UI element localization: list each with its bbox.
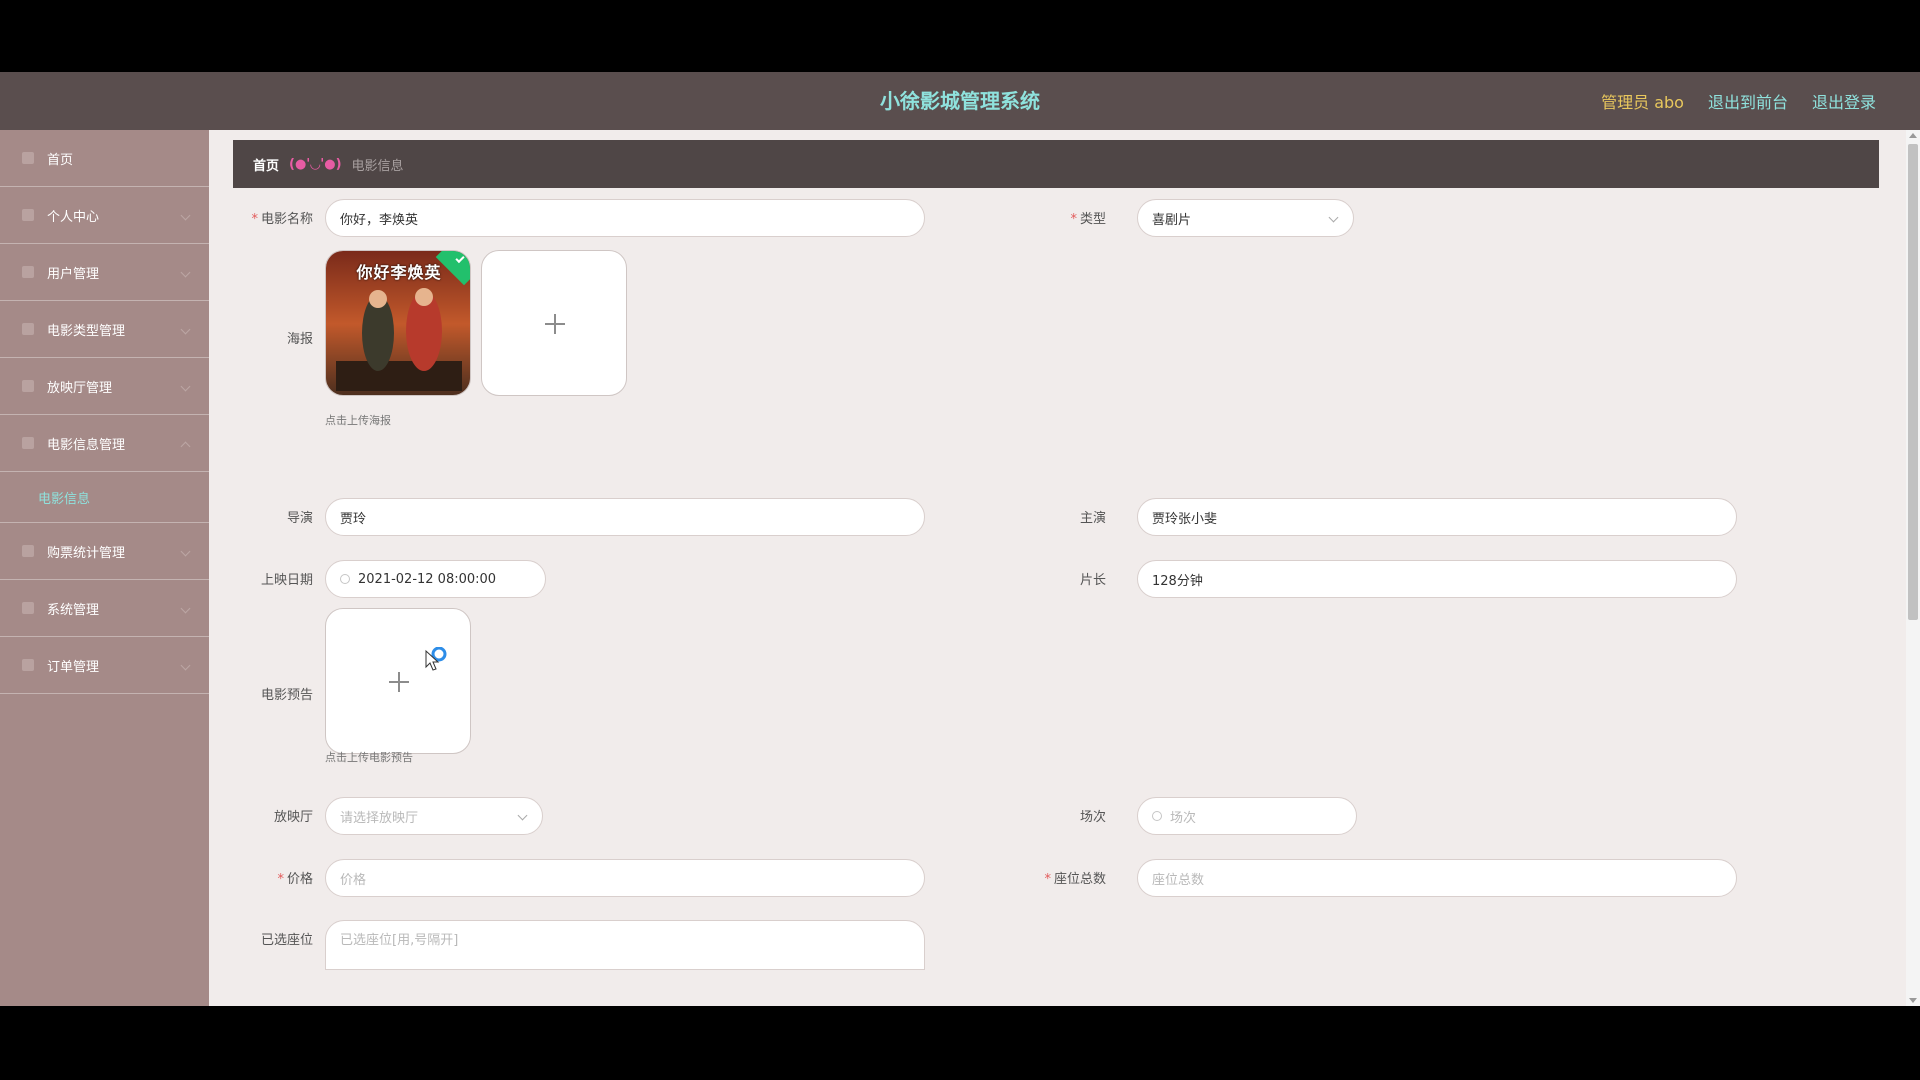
- selected-seats-label: 已选座位: [260, 933, 313, 948]
- seat-total-label: * 座位总数: [1044, 872, 1106, 887]
- admin-label: 管理员 abo: [1601, 93, 1684, 112]
- seat-total-input[interactable]: 座位总数: [1137, 859, 1737, 897]
- poster-upload-button[interactable]: [481, 250, 627, 396]
- actors-label: 主演: [1079, 511, 1106, 526]
- scroll-up-arrow-icon[interactable]: [1909, 133, 1917, 138]
- movie-name-label: * 电影名称: [251, 212, 313, 227]
- trailer-hint: 点击上传电影预告: [325, 751, 413, 764]
- sidebar-item-label: 订单管理: [47, 659, 100, 675]
- poster-hint: 点击上传海报: [325, 414, 391, 427]
- chevron-down-icon: [517, 810, 528, 821]
- type-label: * 类型: [1070, 212, 1106, 227]
- sidebar-subitem-movie-info[interactable]: 电影信息: [0, 472, 209, 523]
- breadcrumb-separator: (●'◡'●): [289, 156, 342, 172]
- trailer-upload-button[interactable]: [325, 608, 471, 754]
- sidebar-item-movie-types[interactable]: 电影类型管理: [0, 301, 209, 358]
- main-content: 首页 (●'◡'●) 电影信息 * 电影名称 你好，李焕英 * 类型 喜剧片 海报: [209, 130, 1920, 1006]
- chevron-down-icon: [1328, 212, 1339, 223]
- price-label: * 价格: [277, 872, 313, 887]
- session-placeholder: 场次: [1170, 810, 1197, 826]
- director-label: 导演: [286, 511, 313, 526]
- sidebar-item-users[interactable]: 用户管理: [0, 244, 209, 301]
- clock-icon: [1152, 811, 1162, 821]
- sidebar-item-system[interactable]: 系统管理: [0, 580, 209, 637]
- app-window: 小徐影城管理系统 管理员 abo 退出到前台 退出登录 首页 个人中心 用户管理…: [0, 72, 1920, 1006]
- breadcrumb-current: 电影信息: [351, 158, 404, 174]
- type-select-value: 喜剧片: [1152, 212, 1192, 228]
- duration-input[interactable]: 128分钟: [1137, 560, 1737, 598]
- hall-select-placeholder: 请选择放映厅: [340, 810, 419, 826]
- sidebar-item-movie-info[interactable]: 电影信息管理: [0, 415, 209, 472]
- sidebar-item-label: 放映厅管理: [47, 380, 113, 396]
- poster-thumbnail[interactable]: 你好李焕英: [325, 250, 471, 396]
- chevron-up-icon: [180, 441, 191, 452]
- release-date-picker[interactable]: 2021-02-12 08:00:00: [325, 560, 546, 598]
- sidebar-item-home[interactable]: 首页: [0, 130, 209, 187]
- sidebar-item-label: 系统管理: [47, 602, 100, 618]
- exit-to-front-link[interactable]: 退出到前台: [1708, 89, 1788, 113]
- sidebar-item-profile[interactable]: 个人中心: [0, 187, 209, 244]
- cursor-icon: [425, 647, 447, 671]
- chevron-down-icon: [180, 267, 191, 278]
- sidebar-item-label: 首页: [47, 152, 74, 168]
- session-label: 场次: [1079, 810, 1106, 825]
- order-icon: [22, 659, 34, 671]
- film-icon: [22, 323, 34, 335]
- director-input[interactable]: 贾玲: [325, 498, 925, 536]
- poster-label: 海报: [286, 332, 313, 347]
- info-icon: [22, 437, 34, 449]
- sidebar-item-label: 电影信息管理: [47, 437, 126, 453]
- hall-label: 放映厅: [273, 810, 313, 825]
- scrollbar-thumb[interactable]: [1908, 144, 1918, 620]
- chevron-down-icon: [180, 210, 191, 221]
- chevron-down-icon: [180, 603, 191, 614]
- movie-form: * 电影名称 你好，李焕英 * 类型 喜剧片 海报 你好李焕英 点击上传海报 导…: [233, 188, 1879, 1006]
- session-time-picker[interactable]: 场次: [1137, 797, 1357, 835]
- hall-icon: [22, 380, 34, 392]
- release-date-value: 2021-02-12 08:00:00: [358, 571, 497, 587]
- movie-name-input[interactable]: 你好，李焕英: [325, 199, 925, 237]
- logout-link[interactable]: 退出登录: [1812, 89, 1876, 113]
- top-header: 小徐影城管理系统 管理员 abo 退出到前台 退出登录: [0, 72, 1920, 130]
- chevron-down-icon: [180, 660, 191, 671]
- sidebar-item-label: 个人中心: [47, 209, 100, 225]
- sidebar-item-label: 电影类型管理: [47, 323, 126, 339]
- type-select[interactable]: 喜剧片: [1137, 199, 1354, 237]
- header-links: 管理员 abo 退出到前台 退出登录: [1601, 72, 1876, 130]
- sidebar-item-label: 用户管理: [47, 266, 100, 282]
- release-date-label: 上映日期: [260, 573, 313, 588]
- trailer-label: 电影预告: [260, 688, 313, 703]
- gear-icon: [22, 602, 34, 614]
- breadcrumb-home[interactable]: 首页: [253, 155, 279, 174]
- chevron-down-icon: [180, 324, 191, 335]
- chevron-down-icon: [180, 546, 191, 557]
- sidebar: 首页 个人中心 用户管理 电影类型管理 放映厅管理 电影信息管理 电影信息 购票…: [0, 130, 209, 1006]
- price-input[interactable]: 价格: [325, 859, 925, 897]
- clock-icon: [340, 574, 350, 584]
- hall-select[interactable]: 请选择放映厅: [325, 797, 543, 835]
- sidebar-item-halls[interactable]: 放映厅管理: [0, 358, 209, 415]
- chevron-down-icon: [180, 381, 191, 392]
- sidebar-item-orders[interactable]: 订单管理: [0, 637, 209, 694]
- home-icon: [22, 152, 34, 164]
- selected-seats-textarea[interactable]: 已选座位[用,号隔开]: [325, 920, 925, 970]
- sidebar-item-label: 购票统计管理: [47, 545, 126, 561]
- list-icon: [22, 266, 34, 278]
- user-icon: [22, 209, 34, 221]
- duration-label: 片长: [1079, 573, 1106, 588]
- grid-icon: [22, 545, 34, 557]
- breadcrumb: 首页 (●'◡'●) 电影信息: [233, 140, 1879, 188]
- actors-input[interactable]: 贾玲张小斐: [1137, 498, 1737, 536]
- scroll-down-arrow-icon[interactable]: [1909, 998, 1917, 1003]
- sidebar-item-ticket-stats[interactable]: 购票统计管理: [0, 523, 209, 580]
